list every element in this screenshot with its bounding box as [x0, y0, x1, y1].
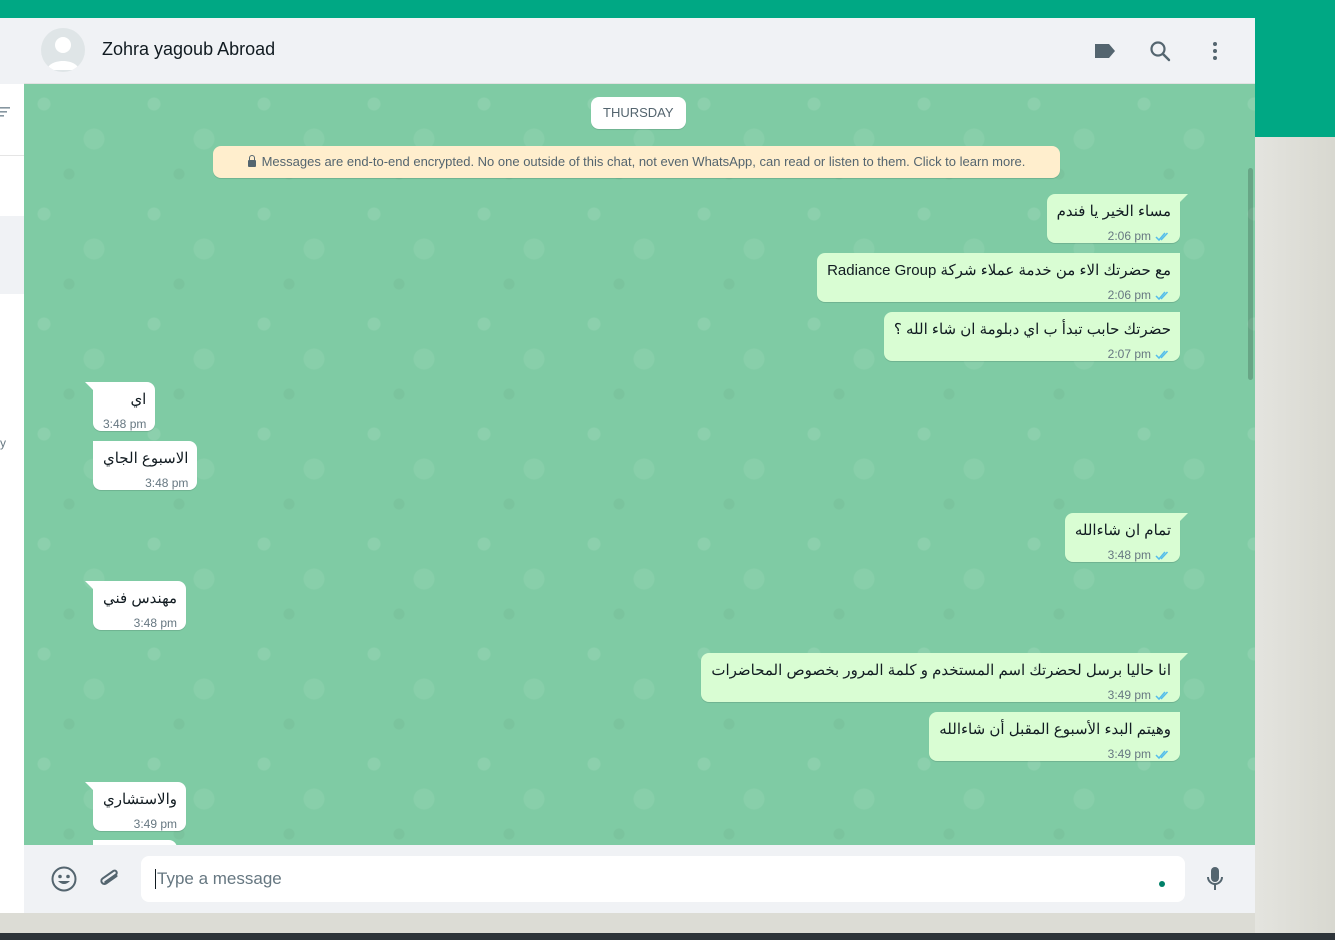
- default-avatar-icon: [47, 37, 79, 70]
- message-outgoing[interactable]: مساء الخير يا فندم 2:06 pm: [1046, 194, 1189, 243]
- chat-list-panel: y: [0, 18, 24, 913]
- taskbar-edge: [0, 933, 1335, 940]
- message-text: الاسبوع الجاي: [103, 450, 189, 467]
- message-input[interactable]: [153, 856, 1151, 902]
- double-check-read-icon: [1155, 690, 1171, 701]
- message-text: انا حاليا برسل لحضرتك اسم المستخدم و كلم…: [711, 662, 1171, 679]
- message-text: حضرتك حابب تبدأ ب اي دبلومة ان شاء الله …: [893, 321, 1171, 338]
- message-outgoing[interactable]: حضرتك حابب تبدأ ب اي دبلومة ان شاء الله …: [883, 312, 1180, 361]
- message-incoming[interactable]: اي 3:48 pm: [84, 382, 156, 431]
- message-time: 3:48 pm: [145, 476, 189, 490]
- message-outgoing[interactable]: انا حاليا برسل لحضرتك اسم المستخدم و كلم…: [701, 653, 1188, 702]
- scrollbar[interactable]: [1248, 168, 1253, 380]
- avatar[interactable]: [41, 28, 85, 72]
- message-outgoing[interactable]: وهيتم البدء الأسبوع المقبل أن شاءالله 3:…: [929, 712, 1180, 761]
- conversation-header[interactable]: Zohra yagoub Abroad: [24, 18, 1255, 84]
- message-time: 3:49 pm: [1107, 747, 1151, 761]
- chat-list-divider: [0, 155, 24, 156]
- kebab-menu-icon[interactable]: [1202, 38, 1228, 64]
- message-text: مع حضرتك الاء من خدمة عملاء شركة Radianc…: [827, 262, 1171, 279]
- message-incoming[interactable]: الاسبوع الجاي 3:48 pm: [93, 441, 198, 490]
- message-time: 3:49 pm: [133, 817, 177, 831]
- message-time: 2:07 pm: [1107, 347, 1151, 361]
- message-text: مهندس فني: [103, 590, 178, 607]
- encryption-notice[interactable]: Messages are end-to-end encrypted. No on…: [213, 146, 1060, 178]
- search-icon[interactable]: [1147, 38, 1173, 64]
- message-text: تمام ان شاءالله: [1074, 522, 1171, 539]
- message-composer: [24, 845, 1255, 913]
- message-outgoing[interactable]: تمام ان شاءالله 3:48 pm: [1064, 513, 1189, 562]
- double-check-read-icon: [1155, 349, 1171, 360]
- encryption-notice-text: Messages are end-to-end encrypted. No on…: [261, 154, 1026, 169]
- message-list[interactable]: THURSDAY Messages are end-to-end encrypt…: [24, 84, 1255, 845]
- chat-list-item-preview: y: [0, 436, 6, 450]
- window-background: [1255, 137, 1335, 933]
- date-divider: THURSDAY: [591, 97, 686, 129]
- contact-name[interactable]: Zohra yagoub Abroad: [102, 39, 275, 60]
- conversation-panel: Zohra yagoub Abroad THURSDAY Messages ar…: [24, 18, 1255, 913]
- double-check-read-icon: [1155, 290, 1171, 301]
- status-dot: [1159, 881, 1165, 887]
- message-time: 3:48 pm: [1107, 548, 1151, 562]
- microphone-icon[interactable]: [1201, 865, 1229, 893]
- message-incoming[interactable]: مهندس فني 3:48 pm: [84, 581, 187, 630]
- emoji-icon[interactable]: [50, 865, 78, 893]
- message-text: اي: [130, 391, 147, 408]
- message-time: 3:49 pm: [1107, 688, 1151, 702]
- message-text: مساء الخير يا فندم: [1056, 203, 1171, 220]
- message-text: والاستشاري: [103, 791, 177, 808]
- double-check-read-icon: [1155, 231, 1171, 242]
- chat-list-header: [0, 18, 24, 84]
- paperclip-icon[interactable]: [96, 865, 124, 893]
- double-check-read-icon: [1155, 550, 1171, 561]
- message-text: وهيتم البدء الأسبوع المقبل أن شاءالله: [939, 721, 1171, 738]
- message-input-container[interactable]: [141, 856, 1185, 902]
- message-time: 3:48 pm: [103, 417, 147, 431]
- filter-icon[interactable]: [0, 104, 12, 118]
- chat-list-item-active[interactable]: y: [0, 216, 24, 450]
- label-tag-icon[interactable]: [1092, 38, 1118, 64]
- message-time: 2:06 pm: [1107, 288, 1151, 302]
- message-time: 3:48 pm: [133, 616, 178, 630]
- message-incoming[interactable]: والاستشاري 3:49 pm: [85, 782, 186, 831]
- message-outgoing[interactable]: مع حضرتك الاء من خدمة عملاء شركة Radianc…: [817, 253, 1180, 302]
- double-check-read-icon: [1155, 749, 1171, 760]
- lock-icon: [247, 155, 256, 167]
- message-time: 2:06 pm: [1107, 229, 1151, 243]
